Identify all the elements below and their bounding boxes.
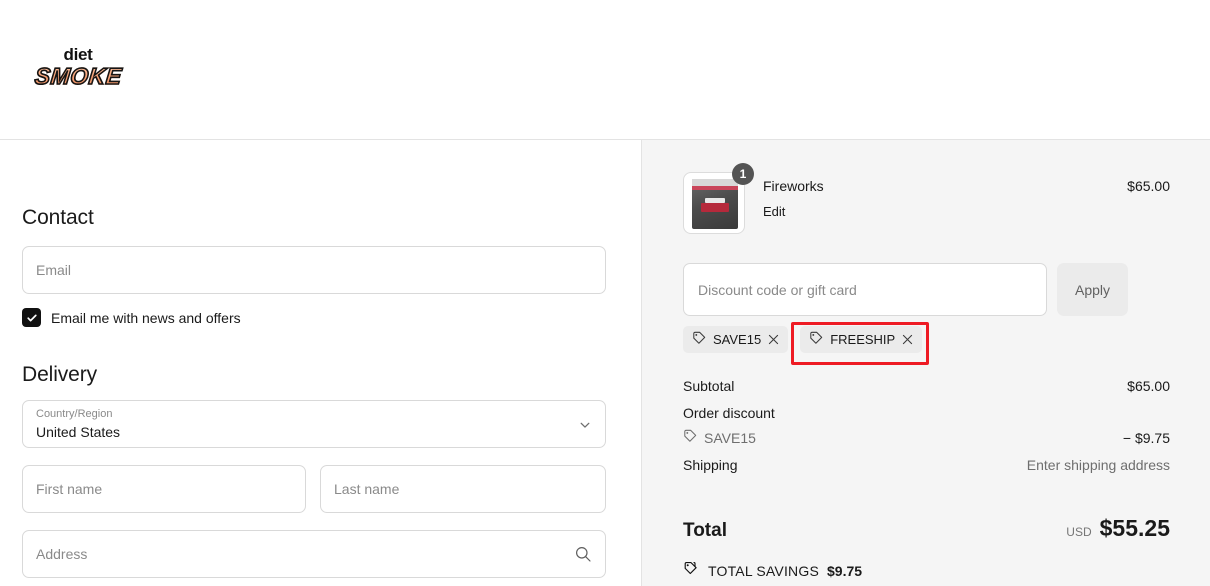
order-line-item: 1 Fireworks Edit $65.00: [683, 163, 1170, 236]
totals-list: Subtotal $65.00 Order discount SAVE15 − …: [683, 378, 1170, 484]
search-icon[interactable]: [574, 545, 592, 563]
page-header: diet SMOKE: [0, 0, 1210, 140]
last-name-placeholder: Last name: [334, 481, 400, 497]
brand-logo-line2: SMOKE: [32, 62, 123, 90]
subtotal-label: Subtotal: [683, 378, 735, 394]
address-placeholder: Address: [36, 546, 88, 562]
subtotal-row: Subtotal $65.00: [683, 378, 1170, 394]
savings-tag-icon: [683, 561, 700, 581]
product-image-stripe: [692, 186, 738, 190]
contact-section-title: Contact: [22, 206, 94, 229]
applied-discount-tags: SAVE15 FREESHIP: [683, 326, 923, 353]
grand-total-row: Total USD $55.25: [683, 515, 1170, 542]
total-amount-group: USD $55.25: [1066, 515, 1170, 542]
shipping-row: Shipping Enter shipping address: [683, 457, 1170, 473]
total-amount: $55.25: [1099, 515, 1170, 541]
order-discount-code-group: SAVE15: [683, 429, 756, 446]
chevron-down-icon: [579, 418, 591, 430]
checkout-page: diet SMOKE Contact Email Email me with n…: [0, 0, 1210, 586]
order-discount-row: Order discount: [683, 405, 1170, 421]
close-icon[interactable]: [768, 334, 779, 345]
order-discount-detail-row: SAVE15 − $9.75: [683, 429, 1170, 446]
discount-code-input[interactable]: Discount code or gift card: [683, 263, 1047, 316]
country-region-value: United States: [36, 424, 121, 440]
brand-logo-line1: diet: [63, 45, 93, 64]
country-region-label: Country/Region: [36, 408, 113, 420]
edit-item-link[interactable]: Edit: [763, 204, 785, 219]
total-label: Total: [683, 520, 727, 541]
email-field[interactable]: Email: [22, 246, 606, 294]
newsletter-checkbox[interactable]: [22, 308, 41, 327]
last-name-field[interactable]: Last name: [320, 465, 606, 513]
discount-tag-label: FREESHIP: [830, 332, 896, 347]
address-field[interactable]: Address: [22, 530, 606, 578]
subtotal-value: $65.00: [1127, 378, 1170, 394]
order-discount-code: SAVE15: [704, 429, 756, 446]
discount-code-placeholder: Discount code or gift card: [698, 281, 857, 298]
apply-discount-button[interactable]: Apply: [1057, 263, 1128, 316]
order-summary-column: 1 Fireworks Edit $65.00 Discount code or…: [641, 140, 1210, 586]
total-savings-label: TOTAL SAVINGS: [708, 563, 819, 579]
shipping-label: Shipping: [683, 457, 738, 473]
tag-icon: [683, 429, 697, 446]
discount-tag-freeship[interactable]: FREESHIP: [800, 326, 923, 353]
product-price: $65.00: [1127, 178, 1170, 194]
quantity-badge: 1: [732, 163, 754, 185]
order-discount-amount: − $9.75: [1122, 429, 1170, 446]
product-image-label: [701, 203, 729, 212]
product-image-top: [692, 179, 738, 186]
product-image: [692, 179, 738, 229]
total-currency: USD: [1066, 525, 1092, 539]
brand-logo[interactable]: diet SMOKE: [32, 42, 124, 92]
checkout-form-column: Contact Email Email me with news and off…: [0, 140, 641, 586]
discount-tag-save15[interactable]: SAVE15: [683, 326, 789, 353]
product-name: Fireworks: [763, 178, 824, 194]
tag-icon: [692, 331, 706, 348]
email-placeholder: Email: [36, 262, 72, 278]
country-region-select[interactable]: Country/Region United States: [22, 400, 606, 448]
close-icon[interactable]: [902, 334, 913, 345]
total-savings-amount: $9.75: [827, 563, 863, 579]
order-discount-label: Order discount: [683, 405, 775, 421]
first-name-field[interactable]: First name: [22, 465, 306, 513]
first-name-placeholder: First name: [36, 481, 103, 497]
discount-tag-label: SAVE15: [713, 332, 762, 347]
tag-icon: [809, 331, 823, 348]
total-savings-row: TOTAL SAVINGS $9.75: [683, 561, 862, 581]
shipping-value: Enter shipping address: [1026, 457, 1170, 473]
newsletter-checkbox-row[interactable]: Email me with news and offers: [22, 308, 241, 327]
check-icon: [26, 314, 37, 321]
newsletter-label: Email me with news and offers: [51, 309, 241, 326]
delivery-section-title: Delivery: [22, 363, 98, 386]
